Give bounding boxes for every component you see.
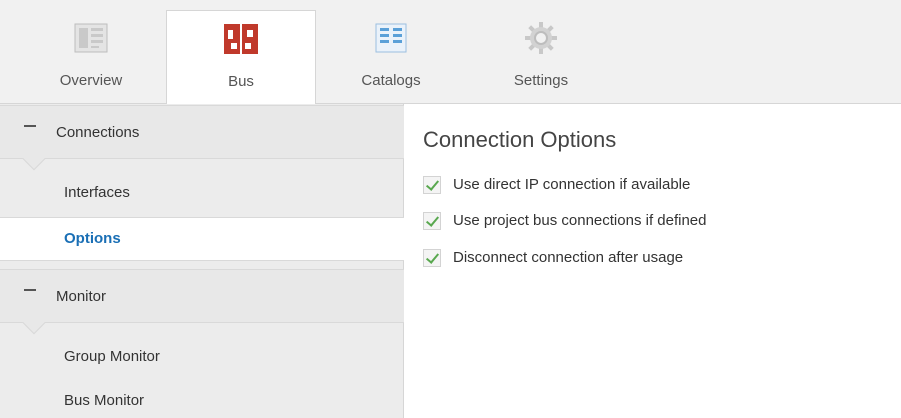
tab-overview-label: Overview	[59, 72, 123, 89]
group-pointer	[22, 311, 46, 335]
tab-settings[interactable]: Settings	[466, 10, 616, 104]
sidebar-item-interfaces[interactable]: Interfaces	[0, 172, 404, 216]
sidebar-item-options[interactable]: Options	[0, 217, 404, 261]
sidebar: Connections Interfaces Options Monitor G…	[0, 104, 404, 418]
checkbox-checked[interactable]	[423, 212, 441, 230]
group-header-connections[interactable]: Connections	[0, 105, 404, 171]
tab-bus[interactable]: Bus	[166, 10, 316, 105]
collapse-icon	[24, 289, 36, 291]
sidebar-item-label: Interfaces	[64, 184, 130, 201]
gear-icon	[525, 22, 557, 54]
catalogs-icon	[375, 23, 407, 53]
tab-catalogs-label: Catalogs	[361, 72, 421, 89]
sidebar-item-bus-monitor[interactable]: Bus Monitor	[0, 380, 404, 418]
group-pointer	[22, 147, 46, 171]
sidebar-item-label: Group Monitor	[64, 348, 160, 365]
collapse-icon	[24, 125, 36, 127]
sidebar-item-label: Options	[64, 230, 121, 247]
tab-bus-label: Bus	[228, 73, 254, 90]
tab-settings-label: Settings	[513, 72, 569, 89]
overview-icon	[74, 23, 108, 53]
sidebar-item-group-monitor[interactable]: Group Monitor	[0, 336, 404, 380]
group-title: Monitor	[56, 288, 107, 305]
bus-icon	[224, 24, 258, 54]
sidebar-item-label: Bus Monitor	[64, 392, 145, 409]
main-panel: Connection Options Use direct IP connect…	[405, 105, 901, 418]
checkbox-checked[interactable]	[423, 176, 441, 194]
tab-catalogs[interactable]: Catalogs	[316, 10, 466, 104]
tab-overview[interactable]: Overview	[16, 10, 166, 104]
option-label: Disconnect connection after usage	[453, 249, 684, 266]
option-label: Use project bus connections if defined	[453, 212, 707, 229]
checkbox-checked[interactable]	[423, 249, 441, 267]
ribbon-tab-bar: Overview Bus Catalogs Settings	[0, 0, 901, 105]
group-title: Connections	[56, 124, 140, 141]
group-header-monitor[interactable]: Monitor	[0, 269, 404, 335]
page-title: Connection Options	[423, 127, 617, 152]
option-label: Use direct IP connection if available	[453, 176, 691, 193]
